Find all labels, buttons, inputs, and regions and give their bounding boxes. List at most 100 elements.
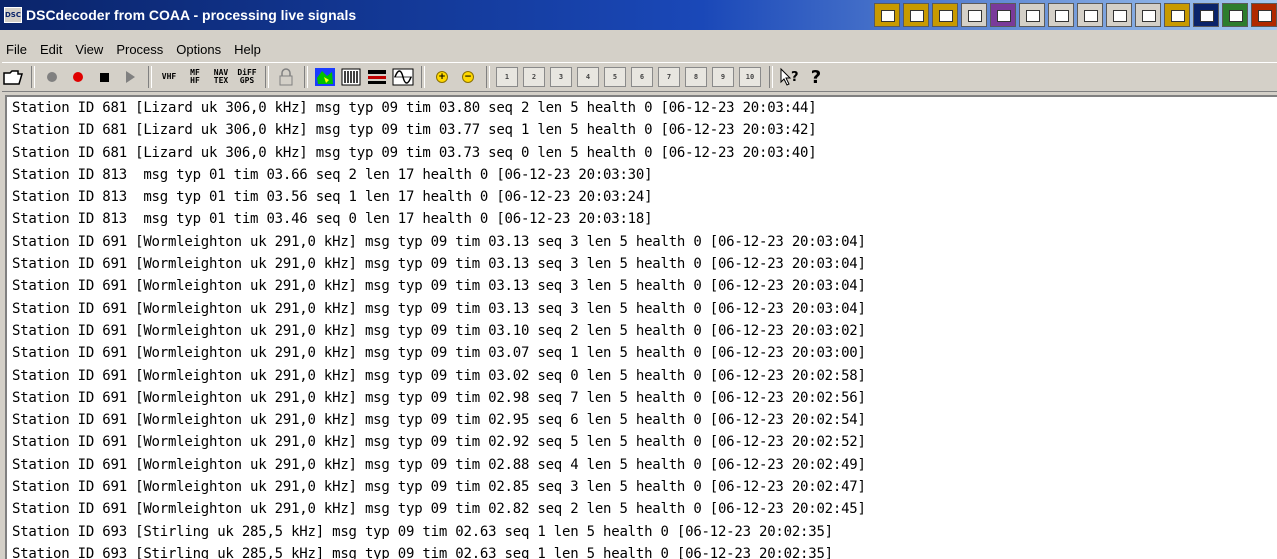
signal-button-7[interactable]: 7 — [658, 67, 680, 87]
window-title: DSCdecoder from COAA - processing live s… — [26, 7, 357, 23]
record-button[interactable] — [67, 66, 89, 88]
toolbar-separator — [148, 66, 152, 88]
log-line: Station ID 691 [Wormleighton uk 291,0 kH… — [12, 479, 866, 496]
signal-button-4[interactable]: 4 — [577, 67, 599, 87]
context-help-icon: ? — [780, 67, 799, 86]
stop-button[interactable] — [93, 66, 115, 88]
log-line: Station ID 691 [Wormleighton uk 291,0 kH… — [12, 322, 866, 339]
diff-gps-button[interactable]: DiFF GPS — [236, 66, 258, 88]
excel-task-icon[interactable] — [1222, 3, 1248, 27]
lock-button[interactable] — [275, 66, 297, 88]
toolbar-separator — [421, 66, 425, 88]
play-icon — [125, 71, 135, 83]
log-line: Station ID 691 [Wormleighton uk 291,0 kH… — [12, 300, 866, 317]
columns-button[interactable] — [340, 66, 362, 88]
decoded-messages-log[interactable]: Station ID 681 [Lizard uk 306,0 kHz] msg… — [5, 95, 1277, 559]
calendar-task-icon[interactable] — [1048, 3, 1074, 27]
log-line: Station ID 681 [Lizard uk 306,0 kHz] msg… — [12, 100, 817, 116]
app-task-icon[interactable] — [990, 3, 1016, 27]
log-line: Station ID 691 [Wormleighton uk 291,0 kH… — [12, 345, 866, 362]
word-task-icon[interactable] — [1193, 3, 1219, 27]
toolbar-separator — [486, 66, 490, 88]
record-icon — [73, 72, 83, 82]
diff-gps-label: DiFF GPS — [237, 68, 257, 85]
menu-view[interactable]: View — [75, 42, 103, 57]
signal-button-9[interactable]: 9 — [712, 67, 734, 87]
map-icon — [315, 68, 335, 86]
app-icon[interactable]: DSC — [4, 7, 22, 23]
signal-button-8[interactable]: 8 — [685, 67, 707, 87]
bars-button[interactable] — [366, 66, 388, 88]
mf-hf-button[interactable]: MF HF — [184, 66, 206, 88]
notes-task-icon[interactable] — [1164, 3, 1190, 27]
title-bar[interactable]: DSC DSCdecoder from COAA - processing li… — [0, 0, 1277, 30]
folder-task-icon[interactable] — [874, 3, 900, 27]
window-task-icon[interactable] — [961, 3, 987, 27]
signal-button-1[interactable]: 1 — [496, 67, 518, 87]
signal-button-10[interactable]: 10 — [739, 67, 761, 87]
card-task-icon[interactable] — [1106, 3, 1132, 27]
menu-options[interactable]: Options — [176, 42, 221, 57]
log-line: Station ID 691 [Wormleighton uk 291,0 kH… — [12, 412, 866, 429]
taskbar-icons — [874, 2, 1277, 28]
toolbar-separator — [265, 66, 269, 88]
signal-button-5[interactable]: 5 — [604, 67, 626, 87]
log-line: Station ID 691 [Wormleighton uk 291,0 kH… — [12, 501, 866, 518]
grey-dot-icon — [47, 72, 57, 82]
navtex-label: NAV TEX — [213, 68, 229, 85]
mf-hf-label: MF HF — [190, 68, 200, 85]
log-line: Station ID 681 [Lizard uk 306,0 kHz] msg… — [12, 144, 817, 161]
play-button[interactable] — [119, 66, 141, 88]
help-button[interactable]: ? — [805, 66, 827, 88]
log-line: Station ID 691 [Wormleighton uk 291,0 kH… — [12, 456, 866, 473]
powerpoint-task-icon[interactable] — [1251, 3, 1277, 27]
waveform-icon — [392, 68, 414, 86]
context-help-button[interactable]: ? — [779, 66, 801, 88]
checklist-task-icon[interactable] — [1077, 3, 1103, 27]
log-line: Station ID 691 [Wormleighton uk 291,0 kH… — [12, 389, 866, 406]
menu-help[interactable]: Help — [234, 42, 261, 57]
stop-icon — [99, 72, 109, 82]
map-button[interactable] — [314, 66, 336, 88]
menu-edit[interactable]: Edit — [40, 42, 62, 57]
log-line: Station ID 691 [Wormleighton uk 291,0 kH… — [12, 256, 866, 273]
log-line: Station ID 691 [Wormleighton uk 291,0 kH… — [12, 367, 866, 384]
zoom-in-button[interactable]: + — [431, 66, 453, 88]
folder-task-icon[interactable] — [932, 3, 958, 27]
log-line: Station ID 693 [Stirling uk 285,5 kHz] m… — [12, 545, 833, 559]
doc-task-icon[interactable] — [1135, 3, 1161, 27]
waveform-button[interactable] — [392, 66, 414, 88]
help-icon: ? — [810, 66, 822, 88]
bars-icon — [368, 70, 386, 84]
toolbar-separator — [31, 66, 35, 88]
lock-icon — [279, 68, 293, 86]
open-folder-icon — [3, 70, 23, 85]
plus-icon: + — [436, 71, 448, 83]
signal-button-3[interactable]: 3 — [550, 67, 572, 87]
folder-task-icon[interactable] — [903, 3, 929, 27]
log-line: Station ID 693 [Stirling uk 285,5 kHz] m… — [12, 523, 833, 540]
log-line: Station ID 691 [Wormleighton uk 291,0 kH… — [12, 434, 866, 451]
log-line: Station ID 813 msg typ 01 tim 03.56 seq … — [12, 189, 653, 206]
open-folder-button[interactable] — [2, 66, 24, 88]
toolbar: VHF MF HF NAV TEX DiFF GPS + − 1 2 3 4 5… — [2, 62, 1277, 92]
menu-bar: File Edit View Process Options Help — [0, 37, 1277, 61]
log-line: Station ID 691 [Wormleighton uk 291,0 kH… — [12, 233, 866, 250]
log-line: Station ID 681 [Lizard uk 306,0 kHz] msg… — [12, 122, 817, 139]
vhf-label: VHF — [161, 72, 177, 81]
toolbar-separator — [769, 66, 773, 88]
menu-process[interactable]: Process — [116, 42, 163, 57]
vhf-button[interactable]: VHF — [158, 66, 180, 88]
log-line: Station ID 691 [Wormleighton uk 291,0 kH… — [12, 278, 866, 295]
navtex-button[interactable]: NAV TEX — [210, 66, 232, 88]
pause-button[interactable] — [41, 66, 63, 88]
svg-text:?: ? — [791, 70, 799, 85]
signal-button-6[interactable]: 6 — [631, 67, 653, 87]
columns-icon — [341, 68, 361, 86]
mail-task-icon[interactable] — [1019, 3, 1045, 27]
signal-button-2[interactable]: 2 — [523, 67, 545, 87]
log-line: Station ID 813 msg typ 01 tim 03.46 seq … — [12, 211, 653, 228]
menu-file[interactable]: File — [6, 42, 27, 57]
toolbar-separator — [304, 66, 308, 88]
zoom-out-button[interactable]: − — [457, 66, 479, 88]
